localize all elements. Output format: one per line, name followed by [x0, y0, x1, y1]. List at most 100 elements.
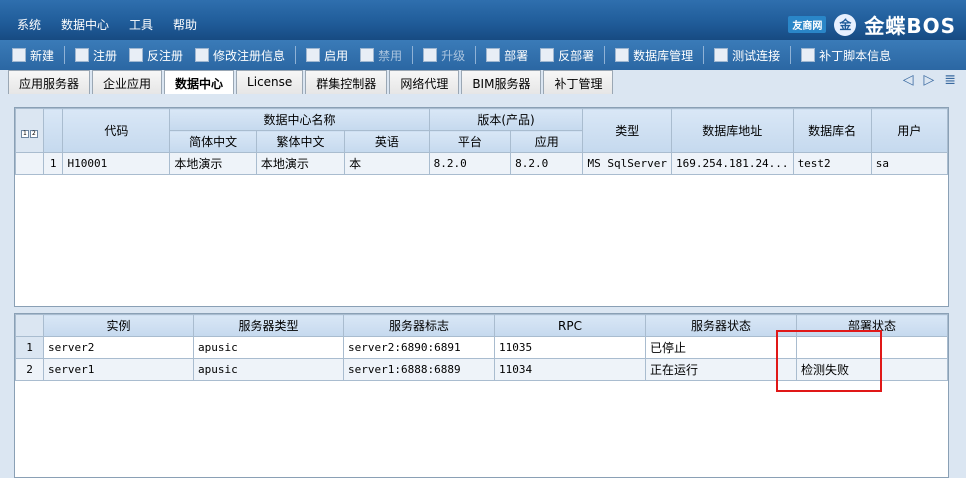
row-number: 2 [15, 358, 44, 381]
cell-platform[interactable]: 8.2.0 [428, 152, 512, 175]
header-name-group: 数据中心名称 [169, 108, 430, 131]
deploy-button[interactable]: 部署 [480, 43, 534, 67]
header-db-address[interactable]: 数据库地址 [670, 108, 794, 153]
cell-type[interactable]: MS SqlServer [582, 152, 672, 175]
cell-server-type[interactable]: apusic [193, 358, 344, 381]
disable-button[interactable]: 禁用 [354, 43, 408, 67]
header-english[interactable]: 英语 [344, 130, 430, 153]
tab-list-icon[interactable]: ≣ [944, 72, 956, 88]
undeploy-button[interactable]: 反部署 [534, 43, 600, 67]
deploy-label: 部署 [504, 48, 529, 63]
cell-db-address[interactable]: 169.254.181.24... [670, 152, 794, 175]
header-type[interactable]: 类型 [582, 108, 672, 153]
database-manage-button[interactable]: 数据库管理 [609, 43, 699, 67]
menu-datacenter[interactable]: 数据中心 [58, 16, 112, 33]
datacenter-table: 12 代码 数据中心名称 版本(产品) 类型 数据库地址 数据库名 用户 简体中… [15, 108, 949, 175]
cell-rpc[interactable]: 11035 [494, 336, 646, 359]
toolbar-separator [604, 46, 606, 64]
cell-server-flag[interactable]: server1:6888:6889 [343, 358, 495, 381]
enable-label: 启用 [324, 48, 349, 63]
cell-code[interactable]: H10001 [62, 152, 171, 175]
database-icon [615, 48, 630, 62]
edit-registration-button[interactable]: 修改注册信息 [189, 43, 291, 67]
tab-enterprise-app[interactable]: 企业应用 [92, 70, 163, 94]
patch-script-label: 补丁脚本信息 [819, 48, 892, 63]
test-connection-icon [714, 48, 729, 62]
register-button[interactable]: 注册 [69, 43, 123, 67]
disable-icon [360, 48, 375, 62]
upgrade-label: 升级 [441, 48, 466, 63]
header-code[interactable]: 代码 [62, 108, 171, 153]
register-icon [75, 48, 90, 62]
cell-simplified[interactable]: 本地演示 [169, 152, 257, 175]
tab-network-proxy[interactable]: 网络代理 [389, 70, 460, 94]
row-number: 1 [42, 152, 64, 175]
upgrade-button[interactable]: 升级 [417, 43, 471, 67]
unregister-label: 反注册 [147, 48, 184, 63]
header-application[interactable]: 应用 [510, 130, 584, 153]
disable-label: 禁用 [378, 48, 403, 63]
patch-icon [801, 48, 816, 62]
row-header-blank [15, 314, 44, 337]
new-button[interactable]: 新建 [6, 43, 60, 67]
header-user[interactable]: 用户 [870, 108, 949, 153]
menu-bar: 系统 数据中心 工具 帮助 [14, 16, 200, 33]
selector-1-icon[interactable]: 1 [20, 129, 29, 138]
patch-script-button[interactable]: 补丁脚本信息 [795, 43, 897, 67]
datacenter-table-panel: 12 代码 数据中心名称 版本(产品) 类型 数据库地址 数据库名 用户 简体中… [14, 107, 949, 307]
header-rpc[interactable]: RPC [494, 314, 646, 337]
menu-system[interactable]: 系统 [14, 16, 44, 33]
undeploy-label: 反部署 [558, 48, 595, 63]
cell-server-flag[interactable]: server2:6890:6891 [343, 336, 495, 359]
header-db-name[interactable]: 数据库名 [792, 108, 872, 153]
new-label: 新建 [30, 48, 55, 63]
cell-user[interactable]: sa [870, 152, 949, 175]
cell-english[interactable]: 本 [344, 152, 430, 175]
tab-patch-manage[interactable]: 补丁管理 [543, 70, 614, 94]
header-server-status[interactable]: 服务器状态 [645, 314, 797, 337]
youshang-logo: 友商网 [788, 16, 827, 33]
tab-next-icon[interactable]: ▷ [923, 72, 934, 88]
selector-2-icon[interactable]: 2 [29, 129, 38, 138]
unregister-icon [129, 48, 144, 62]
row-selector[interactable] [15, 152, 44, 175]
cell-traditional[interactable]: 本地演示 [255, 152, 346, 175]
unregister-button[interactable]: 反注册 [123, 43, 189, 67]
register-label: 注册 [93, 48, 118, 63]
menu-help[interactable]: 帮助 [170, 16, 200, 33]
cell-server-status[interactable]: 正在运行 [645, 358, 797, 381]
tab-license[interactable]: License [236, 70, 304, 94]
cell-rpc[interactable]: 11034 [494, 358, 646, 381]
menu-tools[interactable]: 工具 [126, 16, 156, 33]
table-row[interactable]: 1 H10001 本地演示 本地演示 本 8.2.0 8.2.0 MS SqlS… [15, 152, 949, 175]
cell-application[interactable]: 8.2.0 [510, 152, 584, 175]
tab-datacenter[interactable]: 数据中心 [164, 70, 235, 94]
header-server-type[interactable]: 服务器类型 [193, 314, 344, 337]
column-selector[interactable]: 12 [15, 108, 44, 153]
toolbar-separator [475, 46, 477, 64]
tab-prev-icon[interactable]: ◁ [903, 72, 914, 88]
tab-bim-server[interactable]: BIM服务器 [461, 70, 542, 94]
cell-instance[interactable]: server2 [43, 336, 194, 359]
product-name: 金蝶BOS [864, 14, 956, 38]
toolbar-separator [703, 46, 705, 64]
header-traditional[interactable]: 繁体中文 [255, 130, 346, 153]
tab-app-server[interactable]: 应用服务器 [8, 70, 91, 94]
tab-bar: 应用服务器 企业应用 数据中心 License 群集控制器 网络代理 BIM服务… [8, 70, 614, 94]
deploy-icon [486, 48, 501, 62]
tab-cluster-controller[interactable]: 群集控制器 [305, 70, 388, 94]
test-connection-button[interactable]: 测试连接 [708, 43, 786, 67]
new-icon [12, 48, 26, 62]
header-server-flag[interactable]: 服务器标志 [343, 314, 495, 337]
header-instance[interactable]: 实例 [43, 314, 194, 337]
enable-button[interactable]: 启用 [300, 43, 354, 67]
cell-server-type[interactable]: apusic [193, 336, 344, 359]
cell-instance[interactable]: server1 [43, 358, 194, 381]
toolbar-separator [64, 46, 66, 64]
cell-db-name[interactable]: test2 [792, 152, 872, 175]
row-header-blank [42, 108, 64, 153]
toolbar: 新建 注册 反注册 修改注册信息 启用 禁用 升级 部署 反部署 数据库管理 测… [0, 40, 966, 70]
header-platform[interactable]: 平台 [428, 130, 512, 153]
cell-server-status[interactable]: 已停止 [645, 336, 797, 359]
header-simplified[interactable]: 简体中文 [169, 130, 257, 153]
